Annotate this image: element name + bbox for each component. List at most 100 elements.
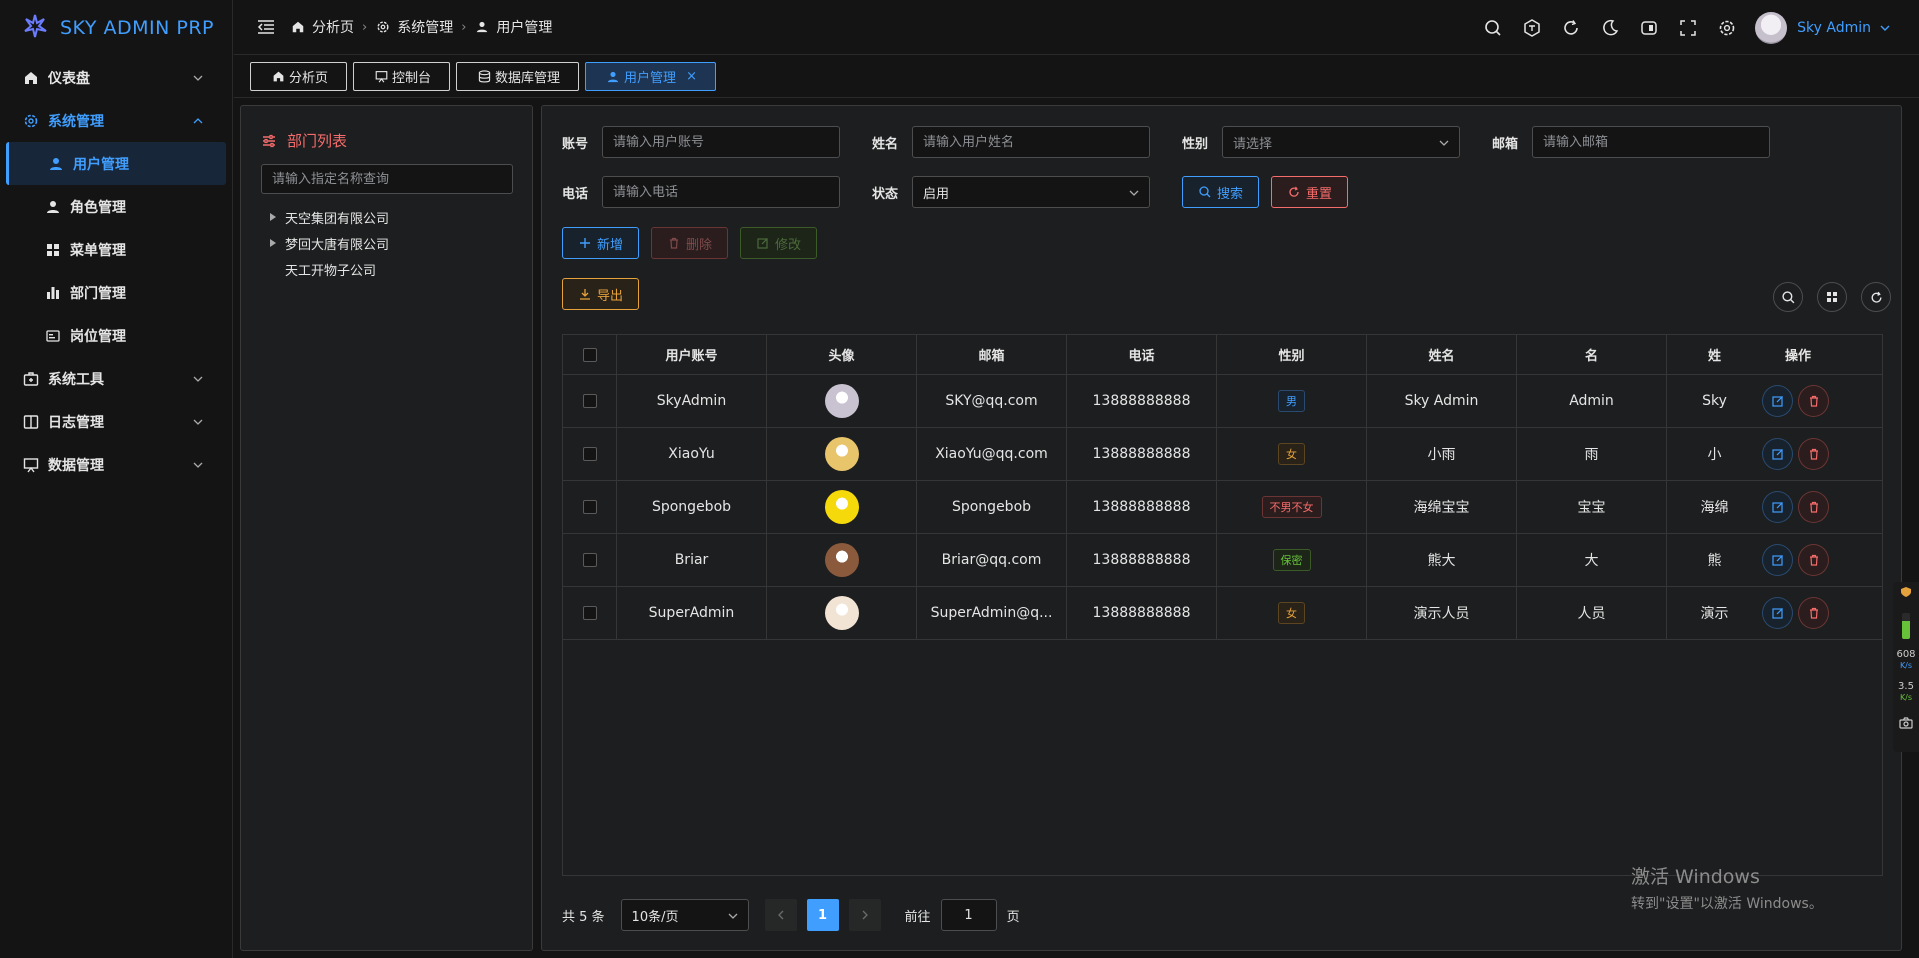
delete-button[interactable]: 删除 xyxy=(651,227,729,259)
tab-analysis[interactable]: 分析页 xyxy=(250,62,348,91)
cell-email: SKY@qq.com xyxy=(917,375,1067,427)
export-button[interactable]: 导出 xyxy=(562,278,640,310)
row-checkbox[interactable] xyxy=(582,606,597,620)
sidebar-item-role-management[interactable]: 角色管理 xyxy=(0,185,232,228)
column-header[interactable]: 名 xyxy=(1517,335,1667,374)
row-edit-button[interactable] xyxy=(1762,385,1793,417)
table-row[interactable]: XiaoYu XiaoYu@qq.com 13888888888 女 小雨雨 小 xyxy=(563,428,1882,481)
caret-right-icon[interactable] xyxy=(267,212,279,222)
grid-icon[interactable] xyxy=(1817,282,1847,312)
name-input[interactable] xyxy=(912,126,1150,158)
status-select[interactable]: 启用 xyxy=(912,176,1150,208)
table-row[interactable]: Briar Briar@qq.com 13888888888 保密 熊大大 熊 xyxy=(563,534,1882,587)
row-delete-button[interactable] xyxy=(1798,385,1829,417)
cell-first-name: 雨 xyxy=(1517,428,1667,480)
breadcrumb-item-analysis[interactable]: 分析页 xyxy=(290,17,354,37)
tab-user-management[interactable]: 用户管理 × xyxy=(585,62,716,91)
tab-console[interactable]: 控制台 xyxy=(353,62,451,91)
caret-right-icon[interactable] xyxy=(267,238,279,248)
network-speed-widget[interactable]: 608 K/s 3.5 K/s xyxy=(1893,582,1919,752)
select-all-checkbox[interactable] xyxy=(582,347,597,362)
row-edit-button[interactable] xyxy=(1762,544,1793,576)
page-suffix: 页 xyxy=(1006,909,1020,925)
add-button[interactable]: 新增 xyxy=(562,227,640,259)
menu-fold-icon[interactable] xyxy=(256,17,276,37)
sidebar-item-data-management[interactable]: 数据管理 xyxy=(0,443,232,486)
page-size-select[interactable]: 10条/页 xyxy=(620,899,749,931)
column-header[interactable]: 用户账号 xyxy=(617,335,767,374)
refresh-icon[interactable] xyxy=(1560,17,1582,39)
table-row[interactable]: Spongebob Spongebob 13888888888 不男不女 海绵宝宝 宝宝 海… xyxy=(563,481,1882,534)
layout-icon[interactable] xyxy=(1638,17,1660,39)
row-delete-button[interactable] xyxy=(1798,597,1829,629)
email-input[interactable] xyxy=(1532,126,1770,158)
next-page-button[interactable] xyxy=(848,899,881,931)
column-header[interactable]: 性别 xyxy=(1217,335,1367,374)
search-button[interactable]: 搜索 xyxy=(1182,176,1260,208)
column-header[interactable]: 邮箱 xyxy=(917,335,1067,374)
row-checkbox[interactable] xyxy=(582,500,597,514)
account-input[interactable] xyxy=(602,126,840,158)
goto-page-input[interactable] xyxy=(940,899,997,931)
row-checkbox[interactable] xyxy=(582,447,597,461)
camera-icon[interactable] xyxy=(1899,717,1913,732)
close-icon[interactable]: × xyxy=(686,69,697,84)
moon-icon[interactable] xyxy=(1599,17,1621,39)
tabs-bar: 分析页 控制台 数据库管理 用户管理 × xyxy=(234,56,1919,98)
select-value: 启用 xyxy=(923,186,950,202)
breadcrumb-item-system[interactable]: 系统管理 xyxy=(375,17,453,37)
sidebar-item-log-management[interactable]: 日志管理 xyxy=(0,400,232,443)
column-header[interactable]: 头像 xyxy=(767,335,917,374)
user-main-panel: 账号 姓名 性别 请选择 邮箱 电话 xyxy=(541,105,1902,951)
row-delete-button[interactable] xyxy=(1798,438,1829,470)
presentation-icon xyxy=(374,70,388,84)
user-name[interactable]: Sky Admin xyxy=(1797,20,1871,36)
shield-icon xyxy=(1900,586,1912,601)
sidebar-item-system-tools[interactable]: 系统工具 xyxy=(0,357,232,400)
tab-database[interactable]: 数据库管理 xyxy=(456,62,580,91)
refresh-icon[interactable] xyxy=(1861,282,1891,312)
tree-node[interactable]: 天空集团有限公司 xyxy=(267,204,389,230)
sidebar-item-menu-management[interactable]: 菜单管理 xyxy=(0,228,232,271)
column-header[interactable]: 电话 xyxy=(1067,335,1217,374)
dept-search-input[interactable] xyxy=(261,164,513,194)
table-row[interactable]: SuperAdmin SuperAdmin@q... 13888888888 女演示人… xyxy=(563,587,1882,640)
translate-icon[interactable] xyxy=(1521,17,1543,39)
user-avatar[interactable] xyxy=(1755,11,1788,44)
page-number[interactable]: 1 xyxy=(806,899,839,931)
row-checkbox[interactable] xyxy=(582,553,597,567)
sidebar-item-dept-management[interactable]: 部门管理 xyxy=(0,271,232,314)
settings-icon[interactable] xyxy=(1716,17,1738,39)
sidebar-item-user-management[interactable]: 用户管理 xyxy=(6,142,226,185)
breadcrumb-item-user[interactable]: 用户管理 xyxy=(474,17,552,37)
tree-node[interactable]: 梦回大唐有限公司 xyxy=(267,230,389,256)
search-icon[interactable] xyxy=(1482,17,1504,39)
column-header[interactable]: 姓名 xyxy=(1367,335,1517,374)
chevron-down-icon[interactable] xyxy=(1879,22,1891,34)
table-row[interactable]: SkyAdmin SKY@qq.com 13888888888 男 Sky Admin A… xyxy=(563,375,1882,428)
cell-actions xyxy=(1762,428,1834,480)
fullscreen-icon[interactable] xyxy=(1677,17,1699,39)
watermark-line-2: 转到"设置"以激活 Windows。 xyxy=(1631,896,1823,912)
row-delete-button[interactable] xyxy=(1798,491,1829,523)
cell-avatar xyxy=(767,375,917,427)
phone-input[interactable] xyxy=(602,176,840,208)
prev-page-button[interactable] xyxy=(764,899,797,931)
search-icon[interactable] xyxy=(1773,282,1803,312)
column-header[interactable]: 姓 xyxy=(1667,335,1762,374)
sidebar-item-system[interactable]: 系统管理 xyxy=(0,99,232,142)
row-edit-button[interactable] xyxy=(1762,597,1793,629)
edit-button[interactable]: 修改 xyxy=(740,227,818,259)
gender-select[interactable]: 请选择 xyxy=(1222,126,1460,158)
row-edit-button[interactable] xyxy=(1762,438,1793,470)
row-checkbox[interactable] xyxy=(582,394,597,408)
reset-button[interactable]: 重置 xyxy=(1271,176,1349,208)
row-delete-button[interactable] xyxy=(1798,544,1829,576)
tree-node[interactable]: 天工开物子公司 xyxy=(267,256,389,282)
sidebar-item-dashboard[interactable]: 仪表盘 xyxy=(0,56,232,99)
gear-icon xyxy=(22,112,40,130)
sidebar-item-label: 菜单管理 xyxy=(70,242,126,259)
row-edit-button[interactable] xyxy=(1762,491,1793,523)
logo[interactable]: SKY ADMIN PRP xyxy=(0,0,232,56)
sidebar-item-post-management[interactable]: 岗位管理 xyxy=(0,314,232,357)
